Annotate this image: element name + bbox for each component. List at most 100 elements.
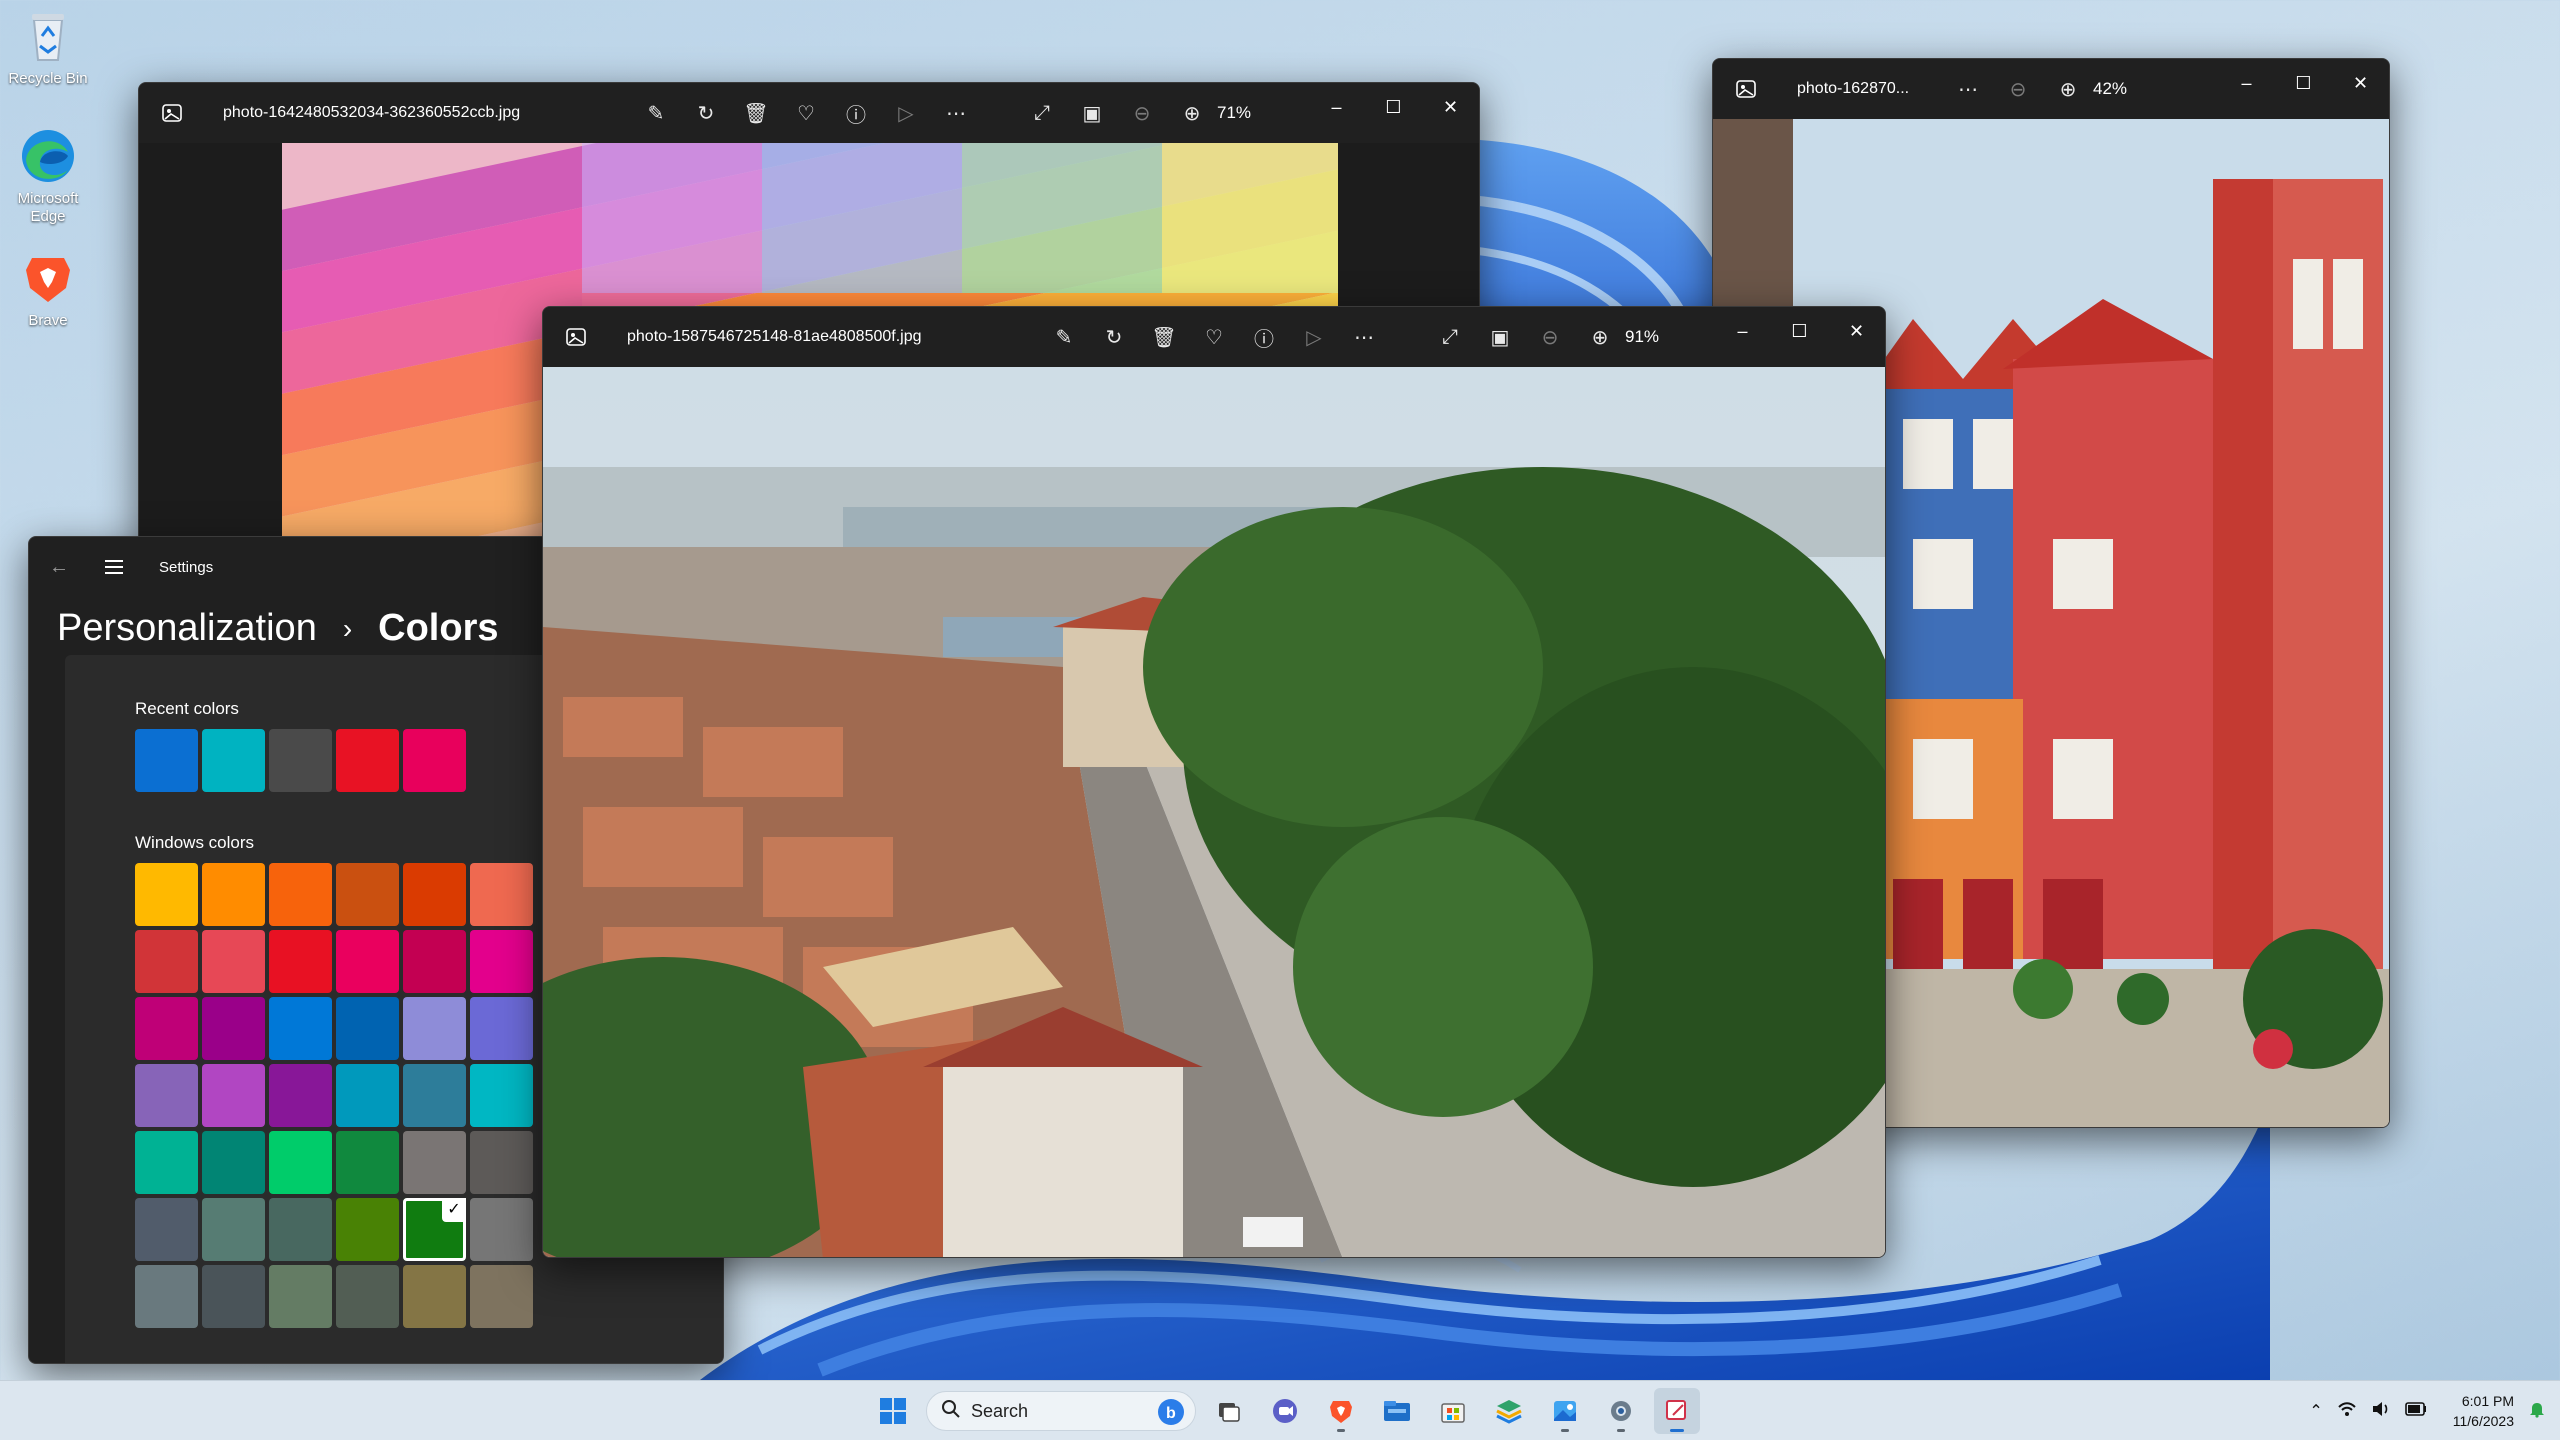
actual-size-button[interactable]: ▣	[1475, 315, 1525, 359]
windows-color-swatch[interactable]	[470, 1198, 533, 1261]
settings-taskbar-icon[interactable]	[1598, 1388, 1644, 1434]
windows-color-swatch[interactable]	[135, 930, 198, 993]
windows-color-swatch[interactable]	[202, 863, 265, 926]
desktop-icon-recycle-bin[interactable]: Recycle Bin	[0, 6, 96, 88]
windows-color-swatch[interactable]: ✓	[403, 1198, 466, 1261]
photos-taskbar-icon[interactable]	[1542, 1388, 1588, 1434]
windows-color-swatch[interactable]	[336, 997, 399, 1060]
windows-color-swatch[interactable]	[135, 997, 198, 1060]
windows-color-swatch[interactable]	[403, 930, 466, 993]
fullscreen-button[interactable]: ⤢	[1017, 91, 1067, 135]
start-button[interactable]	[870, 1388, 916, 1434]
windows-color-swatch[interactable]	[202, 1265, 265, 1328]
zoom-in-button[interactable]: ⊕	[2043, 67, 2093, 111]
maximize-button[interactable]: ☐	[1771, 307, 1828, 355]
microsoft-store-icon[interactable]	[1430, 1388, 1476, 1434]
windows-color-swatch[interactable]	[269, 1131, 332, 1194]
windows-color-swatch[interactable]	[336, 863, 399, 926]
edit-image-button[interactable]: ✎	[1039, 315, 1089, 359]
clock[interactable]: 6:01 PM 11/6/2023	[2453, 1391, 2514, 1431]
windows-color-swatch[interactable]	[135, 863, 198, 926]
windows-color-swatch[interactable]	[269, 1064, 332, 1127]
windows-color-swatch[interactable]	[403, 863, 466, 926]
windows-color-swatch[interactable]	[403, 1064, 466, 1127]
recent-color-swatch[interactable]	[403, 729, 466, 792]
more-options-button[interactable]: ⋯	[931, 91, 981, 135]
maximize-button[interactable]: ☐	[2275, 59, 2332, 107]
task-view-icon[interactable]	[1206, 1388, 1252, 1434]
layers-app-icon[interactable]	[1486, 1388, 1532, 1434]
notification-bell-icon[interactable]	[2528, 1400, 2546, 1423]
windows-color-swatch[interactable]	[470, 1064, 533, 1127]
taskbar-search-box[interactable]: Search b	[926, 1391, 1196, 1431]
favorite-button[interactable]: ♡	[1189, 315, 1239, 359]
windows-color-swatch[interactable]	[135, 1265, 198, 1328]
volume-icon[interactable]	[2371, 1401, 2391, 1422]
back-arrow-icon[interactable]: ←	[49, 556, 89, 579]
zoom-in-button[interactable]: ⊕	[1575, 315, 1625, 359]
minimize-button[interactable]: –	[2218, 59, 2275, 107]
file-info-button[interactable]: ⓘ	[831, 91, 881, 135]
hamburger-menu-icon[interactable]	[105, 560, 145, 574]
battery-icon[interactable]	[2404, 1401, 2427, 1421]
windows-color-swatch[interactable]	[403, 997, 466, 1060]
desktop-icon-brave[interactable]: Brave	[0, 248, 96, 330]
chevron-up-icon[interactable]: ⌃	[2309, 1401, 2322, 1421]
breadcrumb-personalization[interactable]: Personalization	[57, 607, 317, 650]
zoom-out-button[interactable]: ⊖	[1525, 315, 1575, 359]
close-button[interactable]: ✕	[2332, 59, 2389, 107]
file-explorer-icon[interactable]	[1374, 1388, 1420, 1434]
snipping-tool-icon[interactable]	[1654, 1388, 1700, 1434]
windows-color-swatch[interactable]	[135, 1131, 198, 1194]
minimize-button[interactable]: –	[1714, 307, 1771, 355]
windows-color-swatch[interactable]	[202, 1198, 265, 1261]
recent-color-swatch[interactable]	[269, 729, 332, 792]
bing-icon[interactable]: b	[1157, 1398, 1185, 1431]
more-options-button[interactable]: ⋯	[1339, 315, 1389, 359]
windows-color-swatch[interactable]	[470, 1265, 533, 1328]
windows-color-swatch[interactable]	[336, 930, 399, 993]
wifi-icon[interactable]	[2337, 1401, 2357, 1422]
windows-color-swatch[interactable]	[269, 1265, 332, 1328]
zoom-in-button[interactable]: ⊕	[1167, 91, 1217, 135]
windows-color-swatch[interactable]	[269, 1198, 332, 1261]
fullscreen-button[interactable]: ⤢	[1425, 315, 1475, 359]
edit-image-button[interactable]: ✎	[631, 91, 681, 135]
delete-button[interactable]: 🗑	[731, 91, 781, 135]
windows-color-swatch[interactable]	[202, 930, 265, 993]
windows-color-swatch[interactable]	[269, 930, 332, 993]
windows-color-swatch[interactable]	[470, 930, 533, 993]
windows-color-swatch[interactable]	[202, 997, 265, 1060]
recent-color-swatch[interactable]	[202, 729, 265, 792]
windows-color-swatch[interactable]	[202, 1131, 265, 1194]
windows-color-swatch[interactable]	[135, 1064, 198, 1127]
windows-color-swatch[interactable]	[470, 863, 533, 926]
windows-color-swatch[interactable]	[336, 1198, 399, 1261]
favorite-button[interactable]: ♡	[781, 91, 831, 135]
file-info-button[interactable]: ⓘ	[1239, 315, 1289, 359]
windows-color-swatch[interactable]	[135, 1198, 198, 1261]
windows-color-swatch[interactable]	[403, 1131, 466, 1194]
zoom-out-button[interactable]: ⊖	[1993, 67, 2043, 111]
windows-color-swatch[interactable]	[336, 1265, 399, 1328]
windows-color-swatch[interactable]	[470, 1131, 533, 1194]
recent-color-swatch[interactable]	[135, 729, 198, 792]
rotate-button[interactable]: ↻	[1089, 315, 1139, 359]
desktop-icon-edge[interactable]: Microsoft Edge	[0, 126, 96, 226]
window-titlebar[interactable]: photo-1642480532034-362360552ccb.jpg ✎ ↻…	[139, 83, 1479, 143]
window-titlebar[interactable]: photo-1587546725148-81ae4808500f.jpg ✎ ↻…	[543, 307, 1885, 367]
window-titlebar[interactable]: photo-162870... ⋯ ⊖ ⊕ 42% – ☐ ✕	[1713, 59, 2389, 119]
close-button[interactable]: ✕	[1422, 83, 1479, 131]
brave-taskbar-icon[interactable]	[1318, 1388, 1364, 1434]
recent-color-swatch[interactable]	[336, 729, 399, 792]
maximize-button[interactable]: ☐	[1365, 83, 1422, 131]
windows-color-swatch[interactable]	[470, 997, 533, 1060]
windows-color-swatch[interactable]	[202, 1064, 265, 1127]
slideshow-button[interactable]: ▷	[881, 91, 931, 135]
minimize-button[interactable]: –	[1308, 83, 1365, 131]
delete-button[interactable]: 🗑	[1139, 315, 1189, 359]
more-options-button[interactable]: ⋯	[1943, 67, 1993, 111]
rotate-button[interactable]: ↻	[681, 91, 731, 135]
photos-window-city[interactable]: photo-1587546725148-81ae4808500f.jpg ✎ ↻…	[542, 306, 1886, 1258]
windows-color-swatch[interactable]	[336, 1131, 399, 1194]
